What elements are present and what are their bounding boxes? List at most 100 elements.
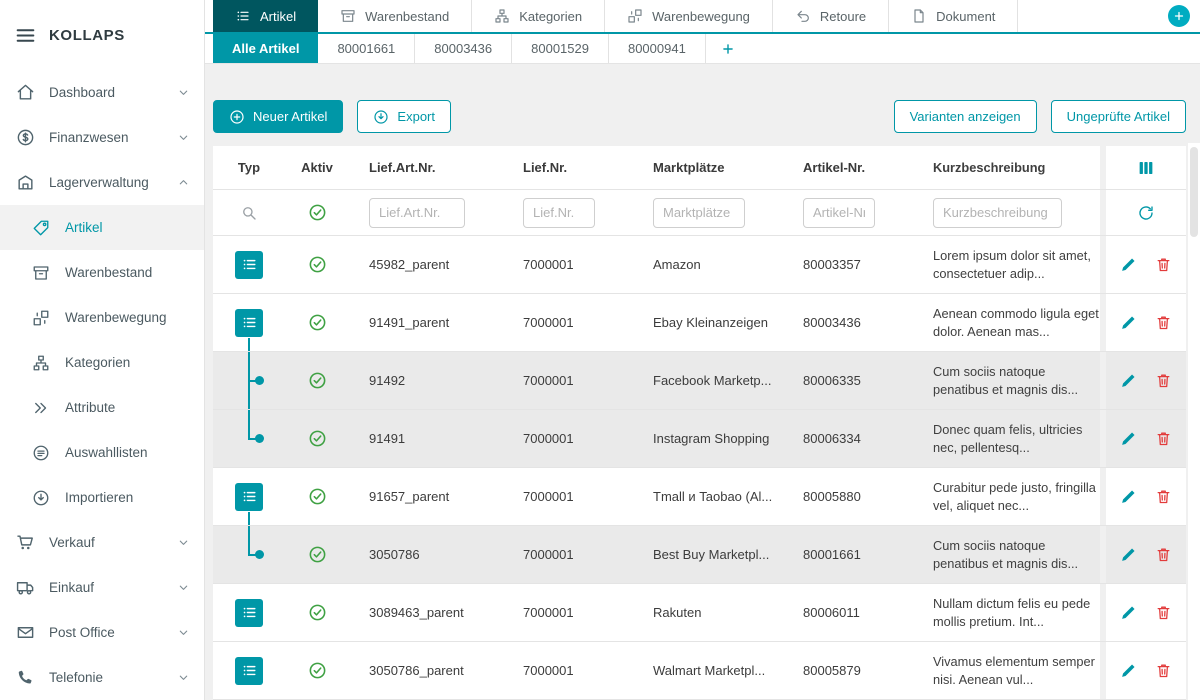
sidebar-item-lagerverwaltung[interactable]: Lagerverwaltung [0,160,204,205]
add-article-tab-button[interactable] [706,34,750,63]
sidebar-item-einkauf[interactable]: Einkauf [0,565,204,610]
active-toggle[interactable] [308,255,327,274]
sidebar-item-verkauf[interactable]: Verkauf [0,520,204,565]
artikel-nr-cell: 80003357 [783,257,913,272]
delete-button[interactable] [1155,372,1172,389]
delete-button[interactable] [1155,314,1172,331]
edit-button[interactable] [1120,256,1137,273]
sidebar-item-telefonie[interactable]: Telefonie [0,655,204,700]
content-area: Neuer Artikel Export Varianten anzeigen … [205,64,1200,700]
table-row[interactable]: 91491_parent 7000001 Ebay Kleinanzeigen … [213,294,1186,352]
row-actions [1106,236,1186,293]
article-type-button[interactable] [235,599,263,627]
active-toggle[interactable] [308,487,327,506]
subtab-article-1[interactable]: 80001661 [318,34,415,63]
sidebar-item-post-office[interactable]: Post Office [0,610,204,655]
column-header-aktiv[interactable]: Aktiv [285,160,349,175]
table-row[interactable]: 3089463_parent 7000001 Rakuten 80006011 … [213,584,1186,642]
tab-warenbestand[interactable]: Warenbestand [318,0,472,32]
show-variants-button[interactable]: Varianten anzeigen [894,100,1037,133]
sidebar-item-warenbewegung[interactable]: Warenbewegung [0,295,204,340]
sidebar-item-dashboard[interactable]: Dashboard [0,70,204,115]
edit-button[interactable] [1120,546,1137,563]
edit-button[interactable] [1120,662,1137,679]
table-row[interactable]: 45982_parent 7000001 Amazon 80003357 Lor… [213,236,1186,294]
table-row[interactable]: 3050786 7000001 Best Buy Marketpl... 800… [213,526,1186,584]
sidebar-item-attribute[interactable]: Attribute [0,385,204,430]
column-header-typ[interactable]: Typ [213,146,285,189]
row-actions [1106,468,1186,525]
sidebar-item-importieren[interactable]: Importieren [0,475,204,520]
refresh-button[interactable] [1137,204,1155,222]
tab-retoure[interactable]: Retoure [773,0,889,32]
lief-nr-cell: 7000001 [503,315,633,330]
artikel-nr-cell: 80005880 [783,489,913,504]
active-toggle[interactable] [308,545,327,564]
lief-art-nr-filter-input[interactable] [369,198,465,228]
article-type-button[interactable] [235,309,263,337]
scrollbar[interactable] [1188,143,1200,700]
table-row[interactable]: 91491 7000001 Instagram Shopping 8000633… [213,410,1186,468]
column-header-artikel-nr[interactable]: Artikel-Nr. [783,160,913,175]
edit-button[interactable] [1120,430,1137,447]
column-header-lief-art-nr[interactable]: Lief.Art.Nr. [349,160,503,175]
article-type-button[interactable] [235,657,263,685]
table-row[interactable]: 91492 7000001 Facebook Marketp... 800063… [213,352,1186,410]
add-tab-button[interactable] [1168,5,1190,27]
active-toggle[interactable] [308,371,327,390]
sidebar-item-artikel[interactable]: Artikel [0,205,204,250]
lief-art-nr-cell: 91492 [349,373,503,388]
artikel-nr-filter-input[interactable] [803,198,875,228]
subtab-article-3[interactable]: 80001529 [512,34,609,63]
edit-button[interactable] [1120,604,1137,621]
active-toggle[interactable] [308,661,327,680]
delete-button[interactable] [1155,430,1172,447]
column-settings-button[interactable] [1137,159,1155,177]
menu-icon[interactable] [15,25,36,46]
edit-button[interactable] [1120,488,1137,505]
article-type-button[interactable] [235,251,263,279]
tab-warenbewegung[interactable]: Warenbewegung [605,0,773,32]
table-row[interactable]: 91657_parent 7000001 Tmall и Taobao (Al.… [213,468,1186,526]
sidebar-item-finanzwesen[interactable]: Finanzwesen [0,115,204,160]
lief-nr-filter-input[interactable] [523,198,595,228]
sitemap-icon [31,354,51,372]
subtab-article-2[interactable]: 80003436 [415,34,512,63]
kurzbeschreibung-filter-input[interactable] [933,198,1062,228]
sidebar-item-warenbestand[interactable]: Warenbestand [0,250,204,295]
tab-dokument[interactable]: Dokument [889,0,1018,32]
export-button[interactable]: Export [357,100,451,133]
column-header-lief-nr[interactable]: Lief.Nr. [503,160,633,175]
table-row[interactable]: 3050786_parent 7000001 Walmart Marketpl.… [213,642,1186,700]
marktplaetze-filter-input[interactable] [653,198,745,228]
article-type-button[interactable] [235,483,263,511]
sidebar-item-auswahllisten[interactable]: Auswahllisten [0,430,204,475]
lief-art-nr-cell: 91657_parent [349,489,503,504]
scrollbar-thumb[interactable] [1190,147,1198,237]
column-header-marktplaetze[interactable]: Marktplätze [633,160,783,175]
new-article-button[interactable]: Neuer Artikel [213,100,343,133]
active-filter-toggle[interactable] [308,203,327,222]
active-toggle[interactable] [308,429,327,448]
delete-button[interactable] [1155,256,1172,273]
active-toggle[interactable] [308,313,327,332]
pencil-icon [1120,372,1137,389]
delete-button[interactable] [1155,488,1172,505]
truck-icon [15,578,35,597]
edit-button[interactable] [1120,314,1137,331]
tab-kategorien[interactable]: Kategorien [472,0,605,32]
tab-artikel[interactable]: Artikel [213,0,318,32]
edit-button[interactable] [1120,372,1137,389]
sidebar-item-label: Auswahllisten [65,445,148,460]
column-header-kurzbeschreibung[interactable]: Kurzbeschreibung [913,159,1100,176]
subtab-alle-artikel[interactable]: Alle Artikel [213,34,318,63]
active-toggle[interactable] [308,603,327,622]
list-icon [241,662,258,679]
subtab-article-4[interactable]: 80000941 [609,34,706,63]
unchecked-articles-button[interactable]: Ungeprüfte Artikel [1051,100,1186,133]
chevron-down-icon [178,132,189,143]
delete-button[interactable] [1155,662,1172,679]
sidebar-item-kategorien[interactable]: Kategorien [0,340,204,385]
delete-button[interactable] [1155,546,1172,563]
delete-button[interactable] [1155,604,1172,621]
